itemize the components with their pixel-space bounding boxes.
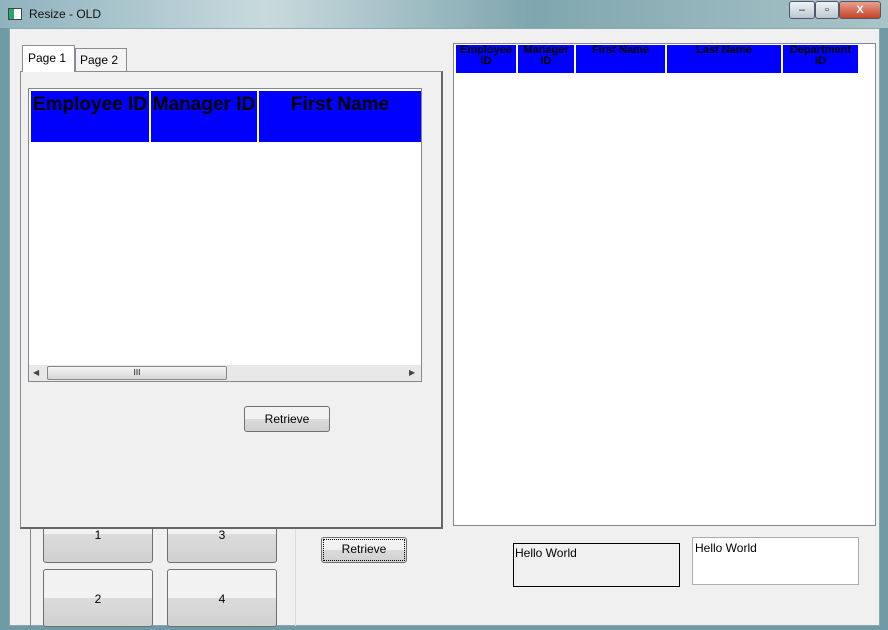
tab-page-2[interactable]: Page 2 bbox=[75, 48, 127, 71]
page1-retrieve-button[interactable]: Retrieve bbox=[244, 406, 330, 432]
column-header-first-name[interactable]: First Name bbox=[576, 45, 667, 73]
right-data-grid[interactable]: Employee ID Manager ID First Name Last N… bbox=[453, 43, 876, 526]
column-header-first-name[interactable]: First Name bbox=[259, 91, 421, 142]
maximize-button[interactable]: ▫ bbox=[815, 1, 839, 19]
hello-world-label: Hello World bbox=[513, 543, 680, 587]
column-header-department-id[interactable]: Department ID bbox=[783, 45, 858, 73]
column-header-manager-id[interactable]: Manager ID bbox=[518, 45, 576, 73]
button-2[interactable]: 2 bbox=[43, 569, 153, 627]
title-bar[interactable]: Resize - OLD – ▫ X bbox=[0, 0, 888, 28]
column-header-employee-id[interactable]: Employee ID bbox=[456, 45, 518, 73]
minimize-button[interactable]: – bbox=[789, 1, 815, 19]
hello-world-textbox[interactable]: Hello World bbox=[692, 537, 859, 585]
scrollbar-thumb[interactable]: III bbox=[47, 366, 227, 380]
horizontal-scrollbar[interactable]: ◀ III ▶ bbox=[29, 365, 421, 381]
column-header-manager-id[interactable]: Manager ID bbox=[151, 91, 259, 142]
tab-page-1[interactable]: Page 1 bbox=[22, 45, 75, 72]
app-icon bbox=[8, 8, 22, 20]
column-header-last-name[interactable]: Last Name bbox=[667, 45, 783, 73]
button-4[interactable]: 4 bbox=[167, 569, 277, 627]
scroll-right-arrow-icon[interactable]: ▶ bbox=[409, 368, 415, 377]
column-header-employee-id[interactable]: Employee ID bbox=[31, 91, 151, 142]
window-title: Resize - OLD bbox=[29, 7, 102, 21]
retrieve-button[interactable]: Retrieve bbox=[321, 537, 407, 563]
left-data-grid[interactable]: Employee ID Manager ID First Name ◀ III … bbox=[28, 88, 422, 382]
close-button[interactable]: X bbox=[839, 1, 881, 19]
scroll-left-arrow-icon[interactable]: ◀ bbox=[33, 368, 39, 377]
